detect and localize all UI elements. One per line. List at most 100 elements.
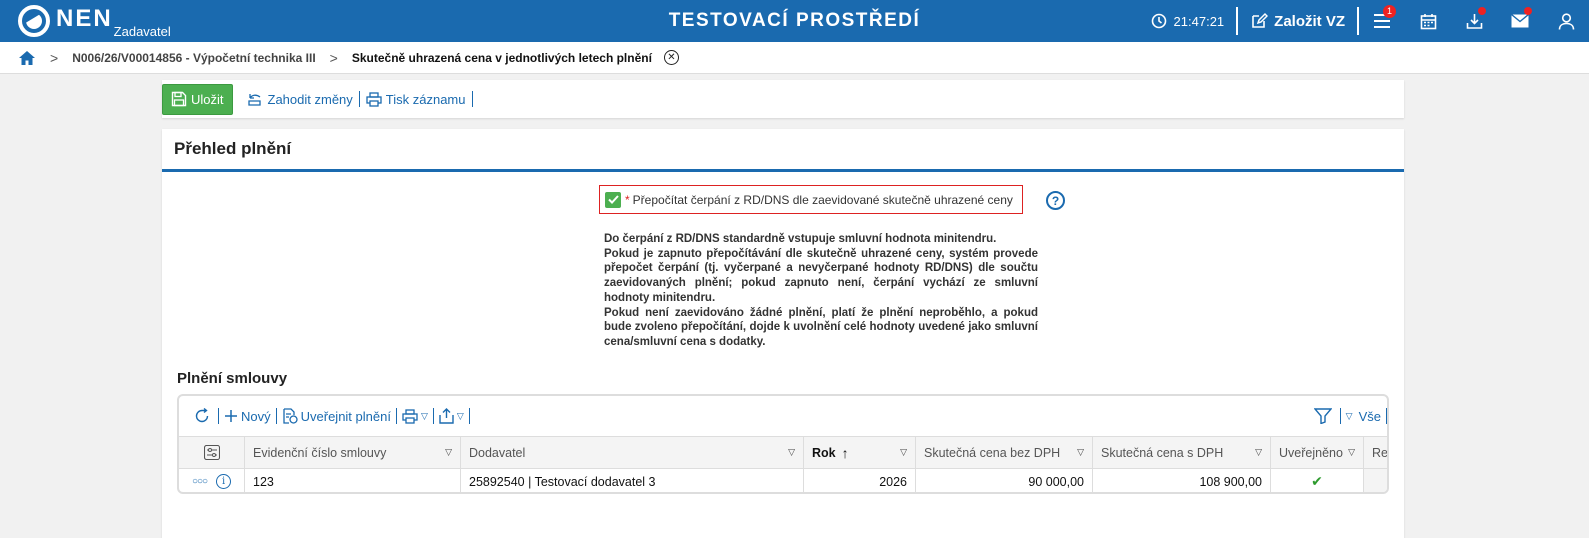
chevron-down-icon: ▽ — [420, 410, 428, 421]
help-icon[interactable]: ? — [1046, 191, 1065, 210]
column-settings-button[interactable] — [179, 437, 245, 468]
create-vz-label: Založit VZ — [1274, 12, 1345, 30]
contract-fulfilment-heading: Plnění smlouvy — [177, 370, 288, 387]
column-label: Skutečná cena bez DPH — [924, 445, 1061, 460]
chevron-down-icon: ▽ — [456, 410, 464, 421]
divider — [1386, 408, 1387, 424]
new-label: Nový — [241, 408, 271, 424]
mail-button[interactable] — [1497, 0, 1543, 42]
recalculate-checkbox[interactable] — [605, 191, 621, 208]
grid-toolbar: Nový Uveřejnit plnění ▽ ▽ ▽ Vše — [179, 396, 1387, 436]
breadcrumb: > N006/26/V00014856 - Výpočetní technika… — [0, 42, 1589, 74]
refresh-button[interactable] — [189, 408, 218, 424]
cell-contract-no: 123 — [245, 469, 461, 492]
plus-icon — [225, 410, 237, 422]
breadcrumb-current: Skutečně uhrazená cena v jednotlivých le… — [351, 50, 652, 65]
column-header-year[interactable]: Rok ↑ ▽ — [804, 437, 916, 468]
close-icon[interactable]: ✕ — [663, 50, 679, 65]
recalculate-label: Přepočítat čerpání z RD/DNS dle zaevidov… — [632, 192, 1013, 207]
fulfilment-grid: Nový Uveřejnit plnění ▽ ▽ ▽ Vše Evidenčn… — [177, 394, 1389, 494]
check-icon — [607, 195, 619, 204]
cell-price-excl-vat: 90 000,00 — [916, 469, 1093, 492]
publish-document-icon — [282, 408, 298, 424]
home-icon[interactable] — [18, 50, 36, 66]
print-label: Tisk záznamu — [385, 91, 466, 107]
info-line: Pokud je zapnuto přepočítávání dle skute… — [604, 247, 1038, 304]
cell-truncated — [1364, 469, 1387, 492]
floppy-icon — [171, 91, 187, 107]
grid-header: Evidenční číslo smlouvy ▽ Dodavatel ▽ Ro… — [179, 436, 1387, 469]
panel-title: Přehled plnění — [162, 129, 1404, 172]
user-icon — [1558, 12, 1574, 30]
divider — [468, 408, 470, 424]
cell-supplier: 25892540 | Testovací dodavatel 3 — [461, 469, 804, 492]
column-header-published[interactable]: Uveřejněno ▽ — [1271, 437, 1364, 468]
column-header-truncated[interactable]: Re — [1364, 437, 1388, 468]
chevron-right-icon: > — [50, 49, 59, 66]
filter-dropdown-icon[interactable]: ▽ — [1077, 447, 1084, 458]
cell-year: 2026 — [804, 469, 916, 492]
filter-button[interactable] — [1309, 408, 1340, 424]
published-check-icon: ✔ — [1271, 469, 1364, 492]
chevron-right-icon: > — [329, 49, 338, 66]
recalculate-checkbox-field[interactable]: * Přepočítat čerpání z RD/DNS dle zaevid… — [599, 185, 1023, 214]
chevron-down-icon: ▽ — [1345, 410, 1353, 421]
column-header-contract-no[interactable]: Evidenční číslo smlouvy ▽ — [245, 437, 461, 468]
column-label: Evidenční číslo smlouvy — [253, 445, 387, 460]
table-row[interactable]: ○○○ i 123 25892540 | Testovací dodavatel… — [179, 469, 1387, 492]
undo-icon — [247, 94, 261, 106]
time-text: 21:47:21 — [1173, 13, 1225, 29]
export-dropdown-button[interactable]: ▽ — [434, 408, 469, 424]
calendar-button[interactable] — [1405, 0, 1451, 42]
print-record-button[interactable]: Tisk záznamu — [360, 92, 472, 107]
mail-icon — [1511, 14, 1529, 28]
top-bar: NEN Zadavatel TESTOVACÍ PROSTŘEDÍ 21:47:… — [0, 0, 1589, 42]
session-time: 21:47:21 — [1139, 13, 1237, 29]
download-button[interactable] — [1451, 0, 1497, 42]
column-label: Re — [1372, 445, 1388, 460]
clock-icon — [1151, 13, 1166, 29]
filter-dropdown-icon[interactable]: ▽ — [1348, 447, 1355, 458]
info-line: Pokud není zaevidováno žádné plnění, pla… — [604, 306, 1038, 348]
create-vz-button[interactable]: Založit VZ — [1238, 12, 1357, 30]
edit-icon — [1252, 12, 1269, 28]
more-actions-icon[interactable]: ○○○ — [192, 476, 208, 487]
export-icon — [439, 408, 454, 424]
row-actions: ○○○ i — [179, 469, 245, 492]
discard-label: Zahodit změny — [267, 91, 353, 107]
new-button[interactable]: Nový — [219, 409, 276, 424]
column-header-supplier[interactable]: Dodavatel ▽ — [461, 437, 804, 468]
form-toolbar: Uložit Zahodit změny Tisk záznamu — [162, 80, 1404, 118]
calendar-icon — [1420, 13, 1436, 29]
save-label: Uložit — [191, 91, 224, 107]
filter-icon — [1313, 408, 1332, 424]
info-icon[interactable]: i — [216, 474, 232, 489]
info-line: Do čerpání z RD/DNS standardně vstupuje … — [604, 233, 997, 245]
refresh-icon — [195, 408, 209, 423]
print-dropdown-button[interactable]: ▽ — [397, 408, 433, 424]
column-label: Uveřejněno — [1279, 445, 1343, 460]
filter-dropdown-icon[interactable]: ▽ — [788, 447, 795, 458]
mail-badge — [1524, 7, 1532, 15]
save-button[interactable]: Uložit — [162, 83, 233, 115]
info-text: Do čerpání z RD/DNS standardně vstupuje … — [604, 232, 1038, 350]
printer-icon — [402, 408, 418, 424]
discard-changes-button[interactable]: Zahodit změny — [241, 92, 359, 107]
user-button[interactable] — [1543, 0, 1589, 42]
filter-dropdown-icon[interactable]: ▽ — [445, 447, 452, 458]
printer-icon — [366, 91, 382, 107]
download-icon — [1466, 13, 1482, 29]
required-mark: * — [625, 192, 630, 207]
filter-dropdown-icon[interactable]: ▽ — [1255, 447, 1262, 458]
cell-price-incl-vat: 108 900,00 — [1093, 469, 1271, 492]
publish-label: Uveřejnit plnění — [300, 408, 391, 424]
menu-button[interactable]: 1 — [1359, 0, 1405, 42]
view-all-dropdown[interactable]: ▽ Vše — [1341, 409, 1386, 424]
filter-dropdown-icon[interactable]: ▽ — [900, 447, 907, 458]
breadcrumb-item-tender[interactable]: N006/26/V00014856 - Výpočetní technika I… — [72, 51, 315, 65]
download-badge — [1478, 7, 1486, 15]
publish-fulfilment-button[interactable]: Uveřejnit plnění — [277, 408, 396, 424]
column-header-price-excl-vat[interactable]: Skutečná cena bez DPH ▽ — [916, 437, 1093, 468]
column-label: Dodavatel — [469, 445, 526, 460]
column-header-price-incl-vat[interactable]: Skutečná cena s DPH ▽ — [1093, 437, 1271, 468]
